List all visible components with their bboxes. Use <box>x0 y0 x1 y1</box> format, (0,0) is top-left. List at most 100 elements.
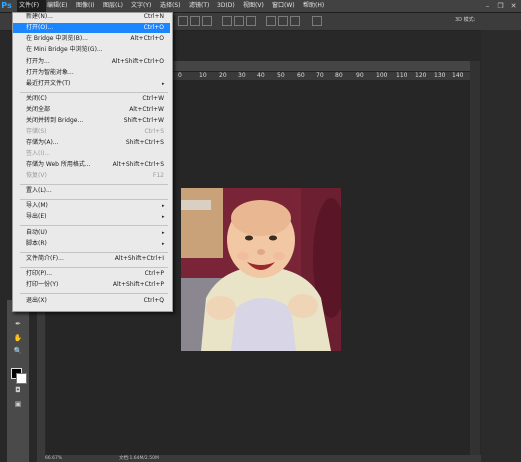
ruler-tick-label: 140 <box>452 72 464 79</box>
pen-tool-icon[interactable]: ✒ <box>12 320 24 329</box>
menu-item-browse-bridge[interactable]: 在 Bridge 中浏览(B)... <box>26 34 88 44</box>
menu-item-export[interactable]: 导出(E) <box>26 212 46 222</box>
menu-layer[interactable]: 图层(L) <box>103 0 123 12</box>
ruler-tick-label: 40 <box>257 72 265 79</box>
menu-view[interactable]: 视图(V) <box>243 0 264 12</box>
menu-item-import[interactable]: 导入(M) <box>26 201 48 211</box>
menu-item-new[interactable]: 新建(N)... <box>26 12 53 22</box>
menu-item-exit[interactable]: 退出(X) <box>26 296 47 306</box>
submenu-arrow-icon: ▸ <box>162 241 165 247</box>
baby-photo <box>181 188 341 351</box>
shortcut: Alt+Shift+Ctrl+O <box>111 58 164 65</box>
menu-item-print[interactable]: 打印(P)... <box>26 269 52 279</box>
shortcut: Alt+Ctrl+O <box>130 35 164 42</box>
ruler-tick-label: 120 <box>415 72 427 79</box>
ruler-tick-label: 30 <box>238 72 246 79</box>
submenu-arrow-icon: ▸ <box>162 203 165 209</box>
menu-item-automate[interactable]: 自动(U) <box>26 228 47 238</box>
menu-window[interactable]: 窗口(W) <box>272 0 295 12</box>
shortcut: Ctrl+P <box>144 270 164 277</box>
submenu-arrow-icon: ▸ <box>162 230 165 236</box>
menu-item-scripts[interactable]: 脚本(R) <box>26 239 47 249</box>
menu-separator <box>20 184 168 185</box>
shortcut: Alt+Shift+Ctrl+S <box>112 161 164 168</box>
menu-item-save: 存储(S) <box>26 128 47 135</box>
ruler-tick-label: 80 <box>335 72 343 79</box>
ruler-tick-label: 90 <box>356 72 364 79</box>
menu-image[interactable]: 图像(I) <box>76 0 94 12</box>
menu-separator <box>20 199 168 200</box>
menu-file[interactable]: 文件(F) <box>17 0 46 12</box>
menu-item-open-smart-object[interactable]: 打开为智能对象... <box>26 68 74 78</box>
status-bar: 66.67% 文档:1.64M/2.50M <box>37 455 481 462</box>
submenu-arrow-icon: ▸ <box>162 81 165 87</box>
menu-item-check-in: 签入(I)... <box>26 150 51 157</box>
screen-mode-icon[interactable]: ▣ <box>12 400 24 409</box>
shortcut: Shift+Ctrl+W <box>123 117 164 124</box>
zoom-tool-icon[interactable]: 🔍 <box>12 347 24 356</box>
document-image[interactable] <box>181 188 341 351</box>
quick-mask-icon[interactable]: ◘ <box>12 386 24 395</box>
menu-edit[interactable]: 编辑(E) <box>47 0 67 12</box>
align-left-icon[interactable] <box>178 16 188 26</box>
shortcut: Shift+Ctrl+S <box>125 139 164 146</box>
shortcut: Alt+Shift+Ctrl+I <box>114 255 164 262</box>
ruler-tick-label: 110 <box>396 72 408 79</box>
ruler-tick-label: 0 <box>178 72 182 79</box>
hand-tool-icon[interactable]: ✋ <box>12 334 24 343</box>
menu-item-open-recent[interactable]: 最近打开文件(T) <box>26 79 70 89</box>
menu-item-revert: 恢复(V) <box>26 172 47 179</box>
ruler-tick-label: 60 <box>297 72 305 79</box>
menu-item-print-one-copy[interactable]: 打印一份(Y) <box>26 280 58 290</box>
3d-mode-label: 3D 模式: <box>455 17 476 23</box>
document-info: 文档:1.64M/2.50M <box>119 456 159 461</box>
menu-separator <box>20 92 168 93</box>
shortcut: F12 <box>152 172 164 179</box>
menu-item-open[interactable]: 打开(O)... <box>26 23 53 33</box>
distribute-right-icon[interactable] <box>290 16 300 26</box>
shortcut: Ctrl+W <box>142 95 164 102</box>
menu-item-close[interactable]: 关闭(C) <box>26 94 47 104</box>
menu-3d[interactable]: 3D(D) <box>217 0 235 12</box>
align-right-icon[interactable] <box>202 16 212 26</box>
distribute-left-icon[interactable] <box>266 16 276 26</box>
menu-item-close-all[interactable]: 关闭全部 <box>26 105 50 115</box>
auto-align-icon[interactable] <box>312 16 322 26</box>
ruler-tick-label: 100 <box>376 72 388 79</box>
menu-item-place[interactable]: 置入(L)... <box>26 186 52 196</box>
distribute-center-icon[interactable] <box>278 16 288 26</box>
align-center-icon[interactable] <box>190 16 200 26</box>
menu-help[interactable]: 帮助(H) <box>303 0 324 12</box>
distribute-middle-icon[interactable] <box>234 16 244 26</box>
shortcut: Alt+Ctrl+W <box>129 106 164 113</box>
minimize-button[interactable]: – <box>481 0 494 12</box>
menu-item-save-as[interactable]: 存储为(A)... <box>26 138 59 148</box>
distribute-top-icon[interactable] <box>222 16 232 26</box>
menu-separator <box>20 293 168 294</box>
restore-button[interactable]: ❐ <box>494 0 507 12</box>
photoshop-logo: Ps <box>1 1 12 10</box>
zoom-level[interactable]: 66.67% <box>45 455 62 462</box>
ruler-tick-label: 20 <box>219 72 227 79</box>
background-color-swatch[interactable] <box>16 373 27 384</box>
shortcut: Ctrl+N <box>143 13 164 20</box>
menu-item-file-info[interactable]: 文件简介(F)... <box>26 254 64 264</box>
ruler-tick-label: 50 <box>277 72 285 79</box>
shortcut: Ctrl+O <box>143 24 164 31</box>
vertical-scrollbar[interactable] <box>470 61 480 455</box>
ruler-tick-label: 10 <box>199 72 207 79</box>
menu-type[interactable]: 文字(Y) <box>131 0 151 12</box>
menu-item-browse-mini-bridge[interactable]: 在 Mini Bridge 中浏览(G)... <box>26 45 103 55</box>
menu-select[interactable]: 选择(S) <box>160 0 181 12</box>
menu-filter[interactable]: 滤镜(T) <box>189 0 209 12</box>
shortcut: Alt+Shift+Ctrl+P <box>112 281 164 288</box>
menu-item-close-go-bridge[interactable]: 关闭并转到 Bridge... <box>26 116 83 126</box>
distribute-bottom-icon[interactable] <box>246 16 256 26</box>
ruler-tick-label: 70 <box>316 72 324 79</box>
menu-separator <box>20 252 168 253</box>
shortcut: Ctrl+Q <box>143 297 164 304</box>
close-button[interactable]: ✕ <box>507 0 520 12</box>
menu-separator <box>20 225 168 226</box>
menu-item-open-as[interactable]: 打开为... <box>26 57 50 67</box>
menu-item-save-for-web[interactable]: 存储为 Web 所用格式... <box>26 160 91 170</box>
